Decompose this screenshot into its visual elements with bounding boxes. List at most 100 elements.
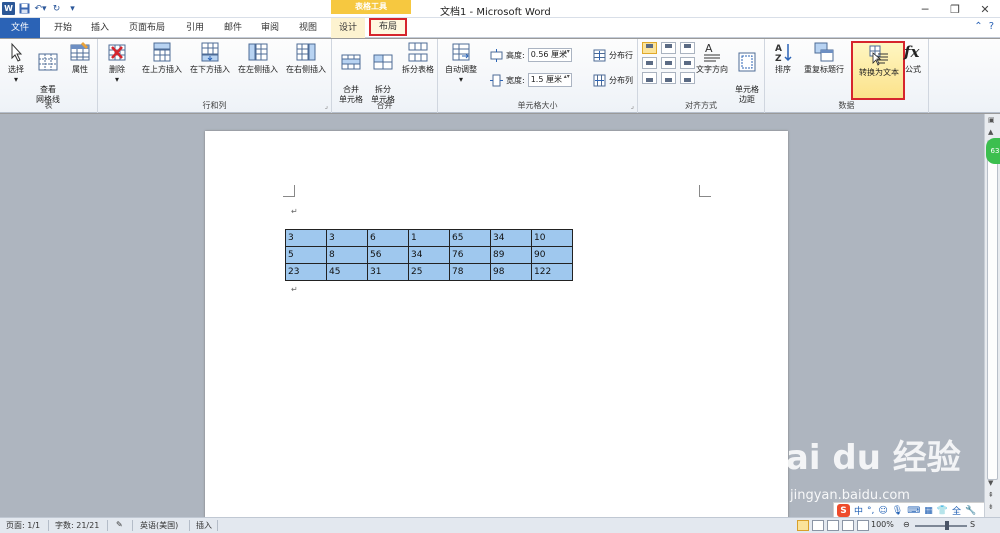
microphone-icon[interactable]: 🎙 — [892, 506, 903, 516]
tab-insert[interactable]: 插入 — [85, 18, 115, 38]
distribute-columns-button[interactable]: 分布列 — [593, 73, 633, 87]
formula-button[interactable]: fx 公式 — [899, 41, 927, 75]
split-cells-button[interactable]: 拆分 单元格 — [368, 41, 398, 105]
convert-to-text-button[interactable]: 转换为文本 — [851, 41, 905, 100]
table-cell[interactable]: 3 — [285, 229, 327, 247]
grid-tools-icon[interactable]: ▦ — [924, 506, 933, 516]
ruler-toggle-icon[interactable]: ▣ — [988, 116, 995, 124]
table-cell[interactable]: 1 — [408, 229, 450, 247]
language-indicator[interactable]: 英语(美国) — [140, 520, 178, 531]
table-cell[interactable]: 6 — [367, 229, 409, 247]
wrench-icon[interactable]: 🔧 — [965, 506, 976, 516]
sogou-status-icon[interactable]: S — [970, 520, 975, 529]
properties-button[interactable]: 属性 — [66, 41, 94, 75]
print-layout-view-icon[interactable] — [797, 520, 809, 531]
tab-layout[interactable]: 布局 — [369, 18, 407, 36]
keyboard-icon[interactable]: ⌨ — [907, 506, 920, 516]
view-gridlines-button[interactable]: 查看 网格线 — [32, 41, 64, 105]
insert-left-button[interactable]: 在左侧插入 — [235, 41, 281, 75]
table-cell[interactable]: 8 — [326, 246, 368, 264]
table-cell[interactable]: 10 — [531, 229, 573, 247]
delete-button[interactable]: 删除 ▾ — [102, 41, 132, 85]
align-top-center-button[interactable] — [661, 42, 676, 54]
tab-mailings[interactable]: 邮件 — [218, 18, 248, 38]
close-icon[interactable]: ✕ — [970, 0, 1000, 18]
tab-page-layout[interactable]: 页面布局 — [124, 18, 170, 38]
autofit-button[interactable]: 自动调整 ▾ — [441, 41, 481, 85]
tab-view[interactable]: 视图 — [293, 18, 323, 38]
fullwidth-icon[interactable]: 全 — [952, 504, 961, 517]
document-page[interactable]: ↵ 3 3 6 1 65 34 10 5 8 56 34 76 89 90 23 45 31 25 78 98 122 … — [205, 131, 788, 521]
table-cell[interactable]: 31 — [367, 263, 409, 281]
insert-mode-indicator[interactable]: 插入 — [196, 520, 212, 531]
tab-file[interactable]: 文件 — [0, 18, 40, 38]
tab-references[interactable]: 引用 — [180, 18, 210, 38]
table-cell[interactable]: 90 — [531, 246, 573, 264]
table-cell[interactable]: 98 — [490, 263, 532, 281]
row-height-input[interactable]: 0.56 厘米 — [527, 48, 572, 62]
page-count[interactable]: 页面: 1/1 — [6, 520, 40, 531]
sogou-logo-icon[interactable]: S — [837, 504, 850, 517]
table-cell[interactable]: 122 — [531, 263, 573, 281]
repeat-header-rows-button[interactable]: 重复标题行 — [799, 41, 849, 75]
scroll-down-icon[interactable]: ▼ — [988, 479, 993, 487]
ime-mode-toggle[interactable]: 中 — [854, 504, 863, 517]
tab-review[interactable]: 审阅 — [255, 18, 285, 38]
align-middle-right-button[interactable] — [680, 57, 695, 69]
scrollbar-thumb[interactable] — [987, 140, 998, 480]
table-cell[interactable]: 34 — [490, 229, 532, 247]
web-layout-icon[interactable] — [827, 520, 839, 531]
table-cell[interactable]: 5 — [285, 246, 327, 264]
distribute-rows-button[interactable]: 分布行 — [593, 48, 633, 62]
insert-right-button[interactable]: 在右侧插入 — [283, 41, 329, 75]
table-cell[interactable]: 76 — [449, 246, 491, 264]
punctuation-icon[interactable]: °, — [867, 506, 874, 516]
document-table[interactable]: 3 3 6 1 65 34 10 5 8 56 34 76 89 90 23 45 31 25 78 98 122 — [285, 229, 573, 281]
word-count[interactable]: 字数: 21/21 — [55, 520, 99, 531]
full-screen-reading-icon[interactable] — [812, 520, 824, 531]
insert-above-button[interactable]: 在上方插入 — [139, 41, 185, 75]
align-bottom-left-button[interactable] — [642, 72, 657, 84]
customize-qat-icon[interactable]: ▾ — [66, 2, 79, 15]
zoom-slider[interactable] — [915, 525, 967, 527]
zoom-level[interactable]: 100% — [871, 520, 894, 529]
table-cell[interactable]: 65 — [449, 229, 491, 247]
proofing-icon[interactable]: ✎ — [116, 520, 123, 529]
word-logo-icon[interactable]: W — [2, 2, 15, 15]
prev-page-icon[interactable]: ⇞ — [988, 491, 994, 499]
side-badge[interactable]: 63 — [986, 138, 1000, 164]
text-direction-button[interactable]: A 文字方向 — [694, 41, 730, 75]
rows-columns-launcher-icon[interactable]: ⌟ — [325, 102, 328, 110]
undo-icon[interactable]: ↶▾ — [34, 2, 47, 15]
redo-icon[interactable]: ↻ — [50, 2, 63, 15]
help-icon[interactable]: ? — [989, 21, 994, 32]
align-middle-left-button[interactable] — [642, 57, 657, 69]
table-cell[interactable]: 45 — [326, 263, 368, 281]
restore-icon[interactable]: ❐ — [940, 0, 970, 18]
column-width-input[interactable]: 1.5 厘米 — [527, 73, 572, 87]
align-top-left-button[interactable] — [642, 42, 657, 54]
vertical-scrollbar[interactable]: ▣ ▲ ▼ ⇞ ⇟ — [984, 114, 1000, 517]
table-cell[interactable]: 78 — [449, 263, 491, 281]
align-middle-center-button[interactable] — [661, 57, 676, 69]
table-cell[interactable]: 89 — [490, 246, 532, 264]
table-cell[interactable]: 34 — [408, 246, 450, 264]
split-table-button[interactable]: 拆分表格 — [400, 41, 436, 75]
table-cell[interactable]: 23 — [285, 263, 327, 281]
insert-below-button[interactable]: 在下方插入 — [187, 41, 233, 75]
select-button[interactable]: 选择 ▾ — [3, 41, 29, 85]
tab-design[interactable]: 设计 — [331, 18, 365, 38]
draft-view-icon[interactable] — [857, 520, 869, 531]
save-icon[interactable] — [18, 2, 31, 15]
merge-cells-button[interactable]: 合并 单元格 — [336, 41, 366, 105]
outline-view-icon[interactable] — [842, 520, 854, 531]
align-bottom-right-button[interactable] — [680, 72, 695, 84]
align-bottom-center-button[interactable] — [661, 72, 676, 84]
scroll-up-icon[interactable]: ▲ — [988, 128, 993, 136]
cell-size-launcher-icon[interactable]: ⌟ — [631, 102, 634, 110]
skin-shirt-icon[interactable]: 👕 — [937, 506, 948, 516]
minimize-icon[interactable]: ─ — [910, 0, 940, 18]
emoji-icon[interactable]: ☺ — [878, 506, 887, 516]
cell-margins-button[interactable]: 单元格 边距 — [731, 41, 763, 105]
zoom-out-icon[interactable]: ⊖ — [903, 520, 910, 529]
